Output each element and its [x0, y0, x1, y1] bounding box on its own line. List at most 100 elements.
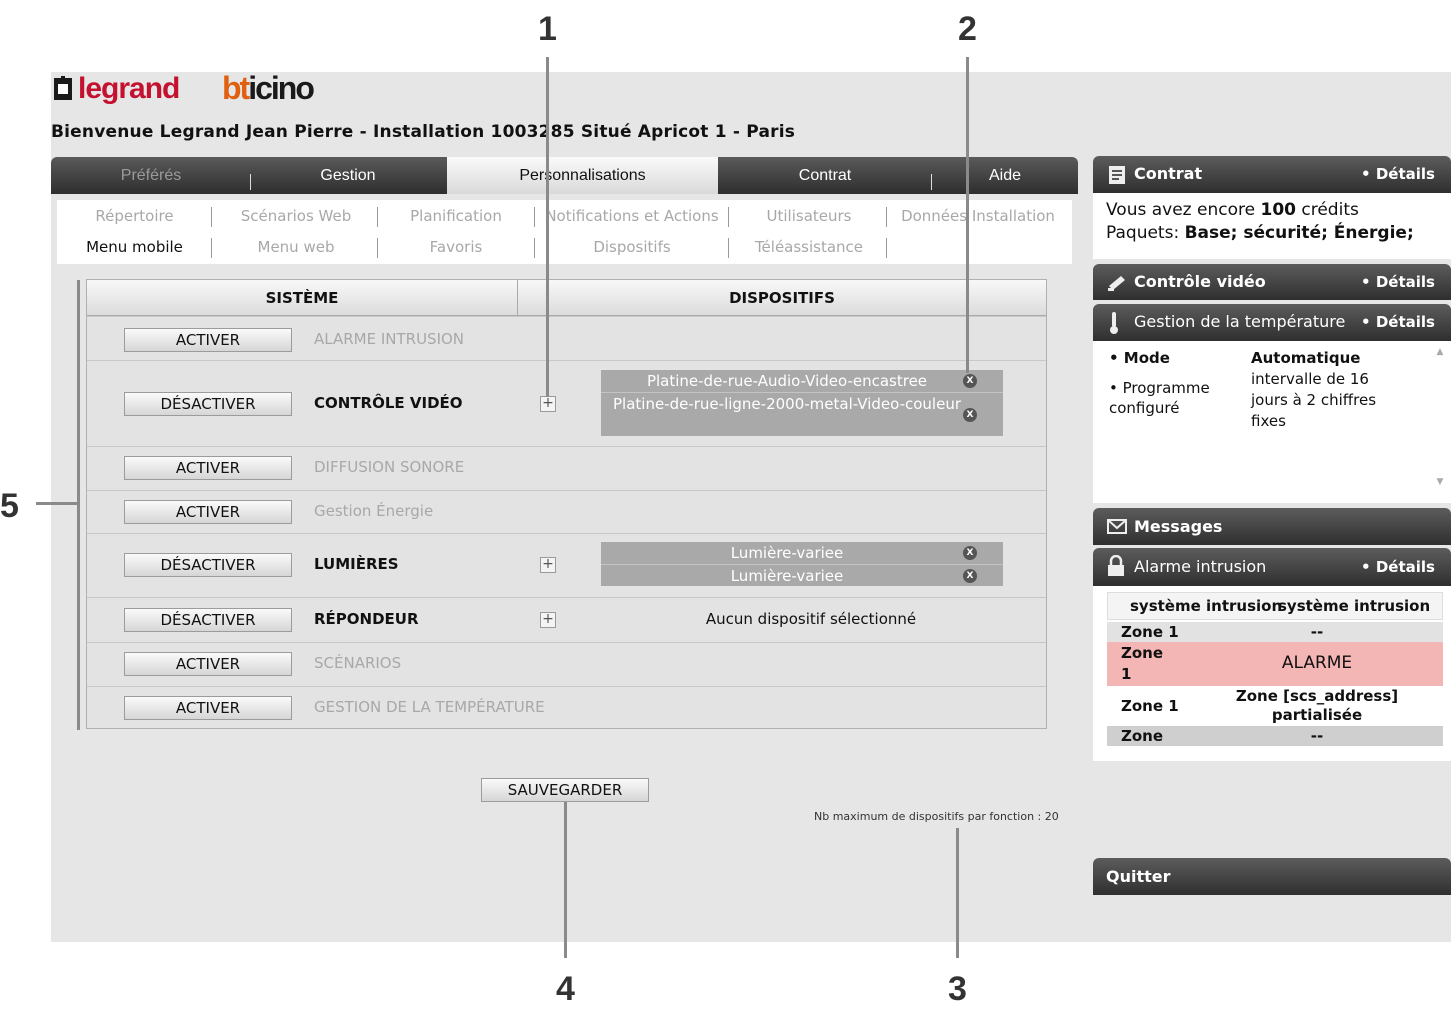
alarm-widget-body: système intrusion système intrusion Zone…: [1093, 586, 1451, 761]
subtab-menu-mobile[interactable]: Menu mobile: [57, 238, 212, 256]
subtab-scenarios-web[interactable]: Scénarios Web: [217, 207, 375, 225]
alarm-zone: Zone 1: [1121, 623, 1179, 641]
callout-number-5: 5: [0, 487, 19, 525]
subtab-separator: [886, 238, 887, 258]
legrand-mark-icon: [54, 76, 72, 100]
envelope-icon: [1107, 519, 1127, 534]
activate-button[interactable]: ACTIVER: [124, 456, 292, 480]
function-name: CONTRÔLE VIDÉO: [314, 394, 463, 412]
activate-button[interactable]: ACTIVER: [124, 500, 292, 524]
function-name: ALARME INTRUSION: [314, 330, 465, 348]
subtab-separator: [728, 238, 729, 258]
alarm-row-alarm: Zone 1 ALARME: [1107, 642, 1443, 686]
device-label: Platine-de-rue-Audio-Video-encastree: [646, 372, 928, 390]
subtab-donnees-installation[interactable]: Données Installation: [890, 207, 1066, 225]
mode-label: • Mode: [1109, 349, 1170, 367]
subtab-utilisateurs[interactable]: Utilisateurs: [732, 207, 886, 225]
add-device-plus-icon[interactable]: +: [540, 557, 556, 573]
device-label: Lumière-variee: [730, 567, 844, 585]
contrat-widget-body: Vous avez encore 100 crédits Paquets: Ba…: [1093, 193, 1451, 259]
remove-device-icon[interactable]: X: [963, 407, 977, 422]
alarm-col-zone: système intrusion: [1130, 597, 1283, 615]
subtab-separator: [728, 207, 729, 227]
subtab-notifications[interactable]: Notifications et Actions: [537, 207, 727, 225]
max-devices-note: Nb maximum de dispositifs par fonction :…: [814, 810, 1059, 823]
subtab-favoris[interactable]: Favoris: [379, 238, 533, 256]
temperature-details-link[interactable]: • Détails: [1361, 313, 1435, 331]
add-device-plus-icon[interactable]: +: [540, 396, 556, 412]
quit-label: Quitter: [1106, 867, 1171, 886]
function-name: DIFFUSION SONORE: [314, 458, 465, 476]
scroll-down-arrow-icon[interactable]: ▼: [1435, 477, 1445, 487]
function-name: SCÉNARIOS: [314, 654, 402, 672]
activate-button[interactable]: ACTIVER: [124, 652, 292, 676]
deactivate-button[interactable]: DÉSACTIVER: [124, 392, 292, 416]
bticino-wordmark-part2: icino: [248, 70, 315, 106]
messages-widget-header[interactable]: Messages: [1093, 508, 1451, 545]
device-item: Lumière-variee X: [601, 564, 1003, 586]
function-name: LUMIÈRES: [314, 555, 399, 573]
alarm-widget-header: Alarme intrusion • Détails: [1093, 548, 1451, 586]
thermometer-icon: [1110, 312, 1118, 334]
subtab-separator: [211, 238, 212, 258]
alarm-row: Zone --: [1107, 726, 1443, 746]
temperature-widget-body: • Mode Automatique • Programme configuré…: [1093, 341, 1451, 503]
contrat-details-link[interactable]: • Détails: [1361, 165, 1435, 183]
program-value: intervalle de 16 jours à 2 chiffres fixe…: [1251, 370, 1377, 430]
function-name: RÉPONDEUR: [314, 610, 419, 628]
callout-bracket-5: [77, 280, 80, 730]
callout-number-1: 1: [538, 10, 557, 48]
callout-line-4: [564, 802, 567, 958]
table-row-repondeur: DÉSACTIVER RÉPONDEUR + Aucun dispositif …: [87, 597, 1046, 642]
function-table: SISTÈME DISPOSITIFS ACTIVER ALARME INTRU…: [86, 279, 1047, 729]
tab-personnalisations[interactable]: Personnalisations: [447, 157, 718, 194]
alarm-zone: Zone 1: [1121, 697, 1179, 715]
device-item: Platine-de-rue-ligne-2000-metal-Video-co…: [601, 392, 1003, 436]
activate-button[interactable]: ACTIVER: [124, 696, 292, 720]
alarm-table-header: système intrusion système intrusion: [1107, 592, 1443, 620]
scroll-up-arrow-icon[interactable]: ▲: [1435, 347, 1445, 357]
subtab-menu-web[interactable]: Menu web: [217, 238, 375, 256]
widget-title: Messages: [1134, 517, 1223, 536]
subtab-separator: [211, 207, 212, 227]
callout-line-5: [36, 502, 78, 505]
widget-title: Gestion de la température: [1134, 312, 1346, 331]
tab-contrat[interactable]: Contrat: [719, 157, 931, 194]
subtab-repertoire[interactable]: Répertoire: [57, 207, 212, 225]
widget-title: Alarme intrusion: [1134, 557, 1267, 576]
credits-text: Vous avez encore: [1106, 200, 1261, 220]
table-row-diffusion-sonore: ACTIVER DIFFUSION SONORE: [87, 446, 1046, 490]
col-header-system: SISTÈME: [87, 280, 518, 316]
subtab-dispositifs[interactable]: Dispositifs: [537, 238, 727, 256]
tab-preferes[interactable]: Préférés: [51, 157, 251, 194]
widget-scrollbar[interactable]: ▲ ▼: [1435, 347, 1445, 487]
callout-line-1: [546, 57, 549, 397]
callout-line-2: [966, 57, 969, 373]
alarm-row: Zone 1 Zone [scs_address] partialisée: [1107, 686, 1443, 726]
device-label: Lumière-variee: [730, 544, 844, 562]
device-label: Platine-de-rue-ligne-2000-metal-Video-co…: [612, 395, 961, 413]
subtab-teleassistance[interactable]: Téléassistance: [732, 238, 886, 256]
save-button[interactable]: SAUVEGARDER: [481, 778, 649, 802]
video-details-link[interactable]: • Détails: [1361, 273, 1435, 291]
subtab-planification[interactable]: Planification: [379, 207, 533, 225]
activate-button[interactable]: ACTIVER: [124, 328, 292, 352]
credits-count: 100: [1260, 200, 1296, 220]
remove-device-icon[interactable]: X: [963, 546, 977, 560]
device-item: Platine-de-rue-Audio-Video-encastree X: [601, 370, 1003, 392]
deactivate-button[interactable]: DÉSACTIVER: [124, 553, 292, 577]
subtab-separator: [377, 238, 378, 258]
alarm-value: ALARME: [1281, 653, 1353, 673]
tab-gestion[interactable]: Gestion: [251, 157, 445, 194]
remove-device-icon[interactable]: X: [963, 568, 977, 583]
quit-button[interactable]: Quitter: [1093, 858, 1451, 895]
deactivate-button[interactable]: DÉSACTIVER: [124, 608, 292, 632]
remove-device-icon[interactable]: X: [963, 374, 977, 388]
alarm-details-link[interactable]: • Détails: [1361, 558, 1435, 576]
widget-title: Contrôle vidéo: [1134, 272, 1266, 291]
welcome-text: Bienvenue Legrand Jean Pierre - Installa…: [51, 122, 796, 142]
packages-value: Base; sécurité; Énergie;: [1184, 223, 1414, 243]
tab-aide[interactable]: Aide: [932, 157, 1078, 194]
temperature-widget-header: Gestion de la température • Détails: [1093, 304, 1451, 341]
add-device-plus-icon[interactable]: +: [540, 612, 556, 628]
